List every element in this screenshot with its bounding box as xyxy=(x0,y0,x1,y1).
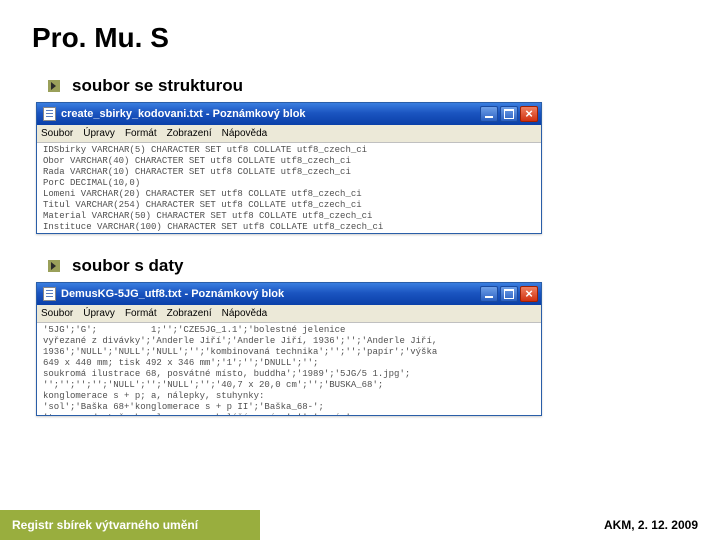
notepad-icon xyxy=(43,287,56,301)
minimize-button[interactable] xyxy=(480,106,498,122)
titlebar: DemusKG-5JG_utf8.txt - Poznámkový blok xyxy=(37,283,541,305)
notepad-window-data: DemusKG-5JG_utf8.txt - Poznámkový blok S… xyxy=(36,282,542,416)
text-content[interactable]: IDSbirky VARCHAR(5) CHARACTER SET utf8 C… xyxy=(37,143,541,233)
minimize-button[interactable] xyxy=(480,286,498,302)
menu-view[interactable]: Zobrazení xyxy=(167,308,212,319)
menu-file[interactable]: Soubor xyxy=(41,128,73,139)
menu-format[interactable]: Formát xyxy=(125,128,157,139)
bullet-icon xyxy=(48,260,60,272)
menubar: Soubor Úpravy Formát Zobrazení Nápověda xyxy=(37,125,541,143)
maximize-button[interactable] xyxy=(500,106,518,122)
window-title: DemusKG-5JG_utf8.txt - Poznámkový blok xyxy=(61,288,284,300)
bullet-icon xyxy=(48,80,60,92)
menu-format[interactable]: Formát xyxy=(125,308,157,319)
text-content[interactable]: '5JG';'G'; 1;'';'CZE5JG_1.1';'bolestné j… xyxy=(37,323,541,415)
footer: Registr sbírek výtvarného umění AKM, 2. … xyxy=(0,510,720,540)
menu-help[interactable]: Nápověda xyxy=(222,128,268,139)
window-title: create_sbirky_kodovani.txt - Poznámkový … xyxy=(61,108,306,120)
section-struct: soubor se strukturou xyxy=(48,76,720,96)
section-data: soubor s daty xyxy=(48,256,720,276)
menu-file[interactable]: Soubor xyxy=(41,308,73,319)
section-data-label: soubor s daty xyxy=(72,256,183,276)
menu-edit[interactable]: Úpravy xyxy=(83,128,115,139)
notepad-window-struct: create_sbirky_kodovani.txt - Poznámkový … xyxy=(36,102,542,234)
menu-help[interactable]: Nápověda xyxy=(222,308,268,319)
footer-left-label: Registr sbírek výtvarného umění xyxy=(0,510,260,540)
maximize-button[interactable] xyxy=(500,286,518,302)
page-title: Pro. Mu. S xyxy=(0,0,720,54)
close-button[interactable] xyxy=(520,286,538,302)
section-struct-label: soubor se strukturou xyxy=(72,76,243,96)
menubar: Soubor Úpravy Formát Zobrazení Nápověda xyxy=(37,305,541,323)
menu-edit[interactable]: Úpravy xyxy=(83,308,115,319)
titlebar: create_sbirky_kodovani.txt - Poznámkový … xyxy=(37,103,541,125)
close-button[interactable] xyxy=(520,106,538,122)
menu-view[interactable]: Zobrazení xyxy=(167,128,212,139)
notepad-icon xyxy=(43,107,56,121)
footer-right-label: AKM, 2. 12. 2009 xyxy=(260,510,720,540)
